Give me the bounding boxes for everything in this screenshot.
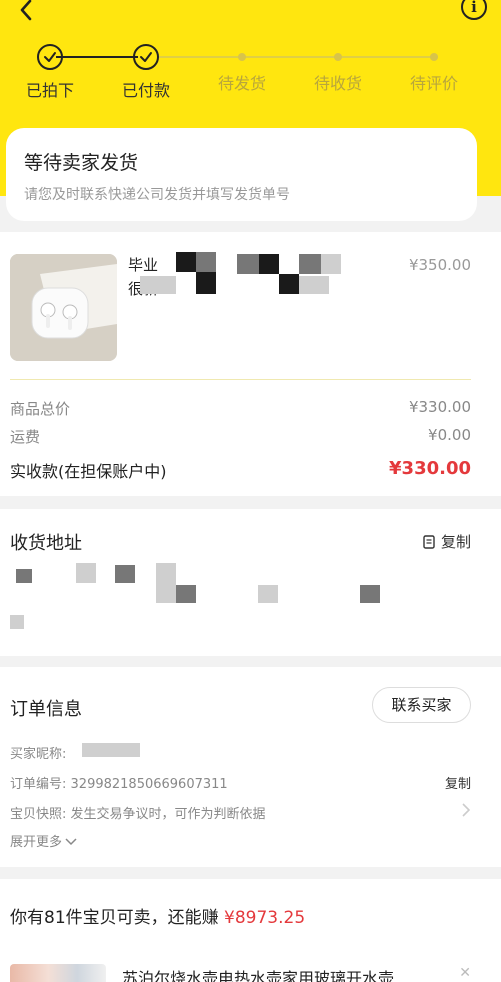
- order-number-label: 订单编号:: [10, 777, 67, 792]
- product-title-line1[interactable]: 毕业: [128, 254, 158, 275]
- redaction-block: [196, 272, 216, 294]
- redaction-block: [299, 254, 321, 274]
- progress-steps: 已拍下 已付款 待发货 待收货 待评价: [0, 44, 501, 104]
- contact-buyer-button[interactable]: 联系买家: [372, 687, 471, 723]
- chevron-right-icon: [461, 803, 471, 821]
- earn-prefix: 你有81件宝贝可卖，还能赚: [10, 908, 225, 928]
- order-number-row: 订单编号: 3299821850669607311: [10, 773, 228, 792]
- step-to-review: 待评价: [386, 44, 482, 94]
- redaction-block: [76, 563, 96, 583]
- back-arrow-icon[interactable]: [14, 0, 40, 24]
- product-image[interactable]: [10, 254, 117, 361]
- goods-total-label: 商品总价: [10, 400, 71, 418]
- step-to-receive: 待收货: [290, 44, 386, 94]
- shipping-row: 运费 ¥0.00: [10, 426, 471, 447]
- redaction-block: [258, 585, 278, 603]
- redaction-block: [279, 274, 299, 294]
- received-value: ¥330.00: [389, 458, 471, 479]
- copy-address-button[interactable]: 复制: [422, 531, 471, 552]
- step-label: 已拍下: [25, 81, 74, 100]
- redaction-block: [176, 252, 196, 272]
- check-icon: [37, 44, 63, 70]
- expand-more-button[interactable]: 展开更多: [10, 831, 77, 850]
- step-ordered: 已拍下: [2, 44, 98, 101]
- step-dot: [334, 53, 342, 61]
- order-info-card: 订单信息 联系买家 买家昵称: 订单编号: 329982185066960731…: [0, 667, 501, 867]
- redaction-block: [321, 254, 341, 274]
- info-icon[interactable]: i: [461, 0, 487, 20]
- shipping-value: ¥0.00: [428, 426, 471, 444]
- step-label: 待评价: [409, 74, 458, 93]
- redaction-block: [176, 585, 196, 603]
- product-card: 毕业 很新 ¥350.00 商品总价 ¥330.00 运费 ¥0.00 实收款(…: [0, 232, 501, 496]
- order-number-value: 3299821850669607311: [70, 777, 228, 792]
- expand-more-label: 展开更多: [10, 835, 63, 850]
- status-card: 等待卖家发货 请您及时联系快递公司发货并填写发货单号: [6, 128, 477, 221]
- chevron-down-icon: [65, 837, 77, 845]
- snapshot-text: 发生交易争议时，可作为判断依据: [70, 807, 266, 822]
- status-title: 等待卖家发货: [24, 152, 139, 174]
- redaction-block: [16, 569, 32, 583]
- step-to-ship: 待发货: [194, 44, 290, 94]
- goods-total-row: 商品总价 ¥330.00: [10, 398, 471, 419]
- redaction-block: [115, 565, 135, 583]
- address-title: 收货地址: [10, 533, 82, 554]
- redaction-block: [360, 585, 380, 603]
- redaction-block: [82, 743, 140, 757]
- kettle-image[interactable]: [10, 964, 106, 982]
- status-subtitle: 请您及时联系快递公司发货并填写发货单号: [24, 187, 290, 203]
- earn-amount: ¥8973.25: [224, 908, 306, 928]
- address-card: 收货地址 复制: [0, 509, 501, 656]
- order-info-title: 订单信息: [10, 699, 82, 720]
- step-paid: 已付款: [98, 44, 194, 101]
- step-dot: [430, 53, 438, 61]
- earn-title: 你有81件宝贝可卖，还能赚 ¥8973.25: [10, 903, 305, 928]
- step-dot: [238, 53, 246, 61]
- goods-total-value: ¥330.00: [408, 398, 471, 416]
- product-price: ¥350.00: [408, 256, 471, 274]
- copy-order-number-button[interactable]: 复制: [445, 773, 471, 792]
- redaction-block: [10, 615, 24, 629]
- redaction-block: [299, 276, 329, 294]
- copy-label: 复制: [440, 533, 471, 551]
- snapshot-row[interactable]: 宝贝快照: 发生交易争议时，可作为判断依据: [10, 803, 266, 822]
- redaction-block: [140, 276, 176, 294]
- redaction-block: [237, 254, 259, 274]
- snapshot-label: 宝贝快照:: [10, 807, 67, 822]
- redaction-block: [196, 252, 216, 272]
- buyer-nickname-row: 买家昵称:: [10, 743, 66, 762]
- copy-icon: [423, 534, 435, 549]
- kettle-title[interactable]: 苏泊尔烧水壶电热水壶家用玻璃开水壶...: [122, 965, 409, 982]
- redaction-block: [259, 254, 279, 274]
- close-icon[interactable]: ✕: [459, 965, 471, 981]
- check-icon: [133, 44, 159, 70]
- earn-card: 你有81件宝贝可卖，还能赚 ¥8973.25 苏泊尔烧水壶电热水壶家用玻璃开水壶…: [0, 879, 501, 982]
- redaction-block: [156, 563, 176, 603]
- step-label: 已付款: [121, 81, 170, 100]
- received-label: 实收款(在担保账户中): [10, 462, 167, 481]
- order-detail-page: i 已拍下 已付款 待发货 待收货 待评价 等待卖家发货 请您及时联系快递公司发…: [0, 0, 501, 982]
- shipping-label: 运费: [10, 428, 41, 446]
- divider: [10, 379, 471, 380]
- received-row: 实收款(在担保账户中) ¥330.00: [10, 458, 471, 482]
- step-label: 待发货: [217, 74, 266, 93]
- buyer-nickname-label: 买家昵称:: [10, 747, 67, 762]
- step-label: 待收货: [313, 74, 362, 93]
